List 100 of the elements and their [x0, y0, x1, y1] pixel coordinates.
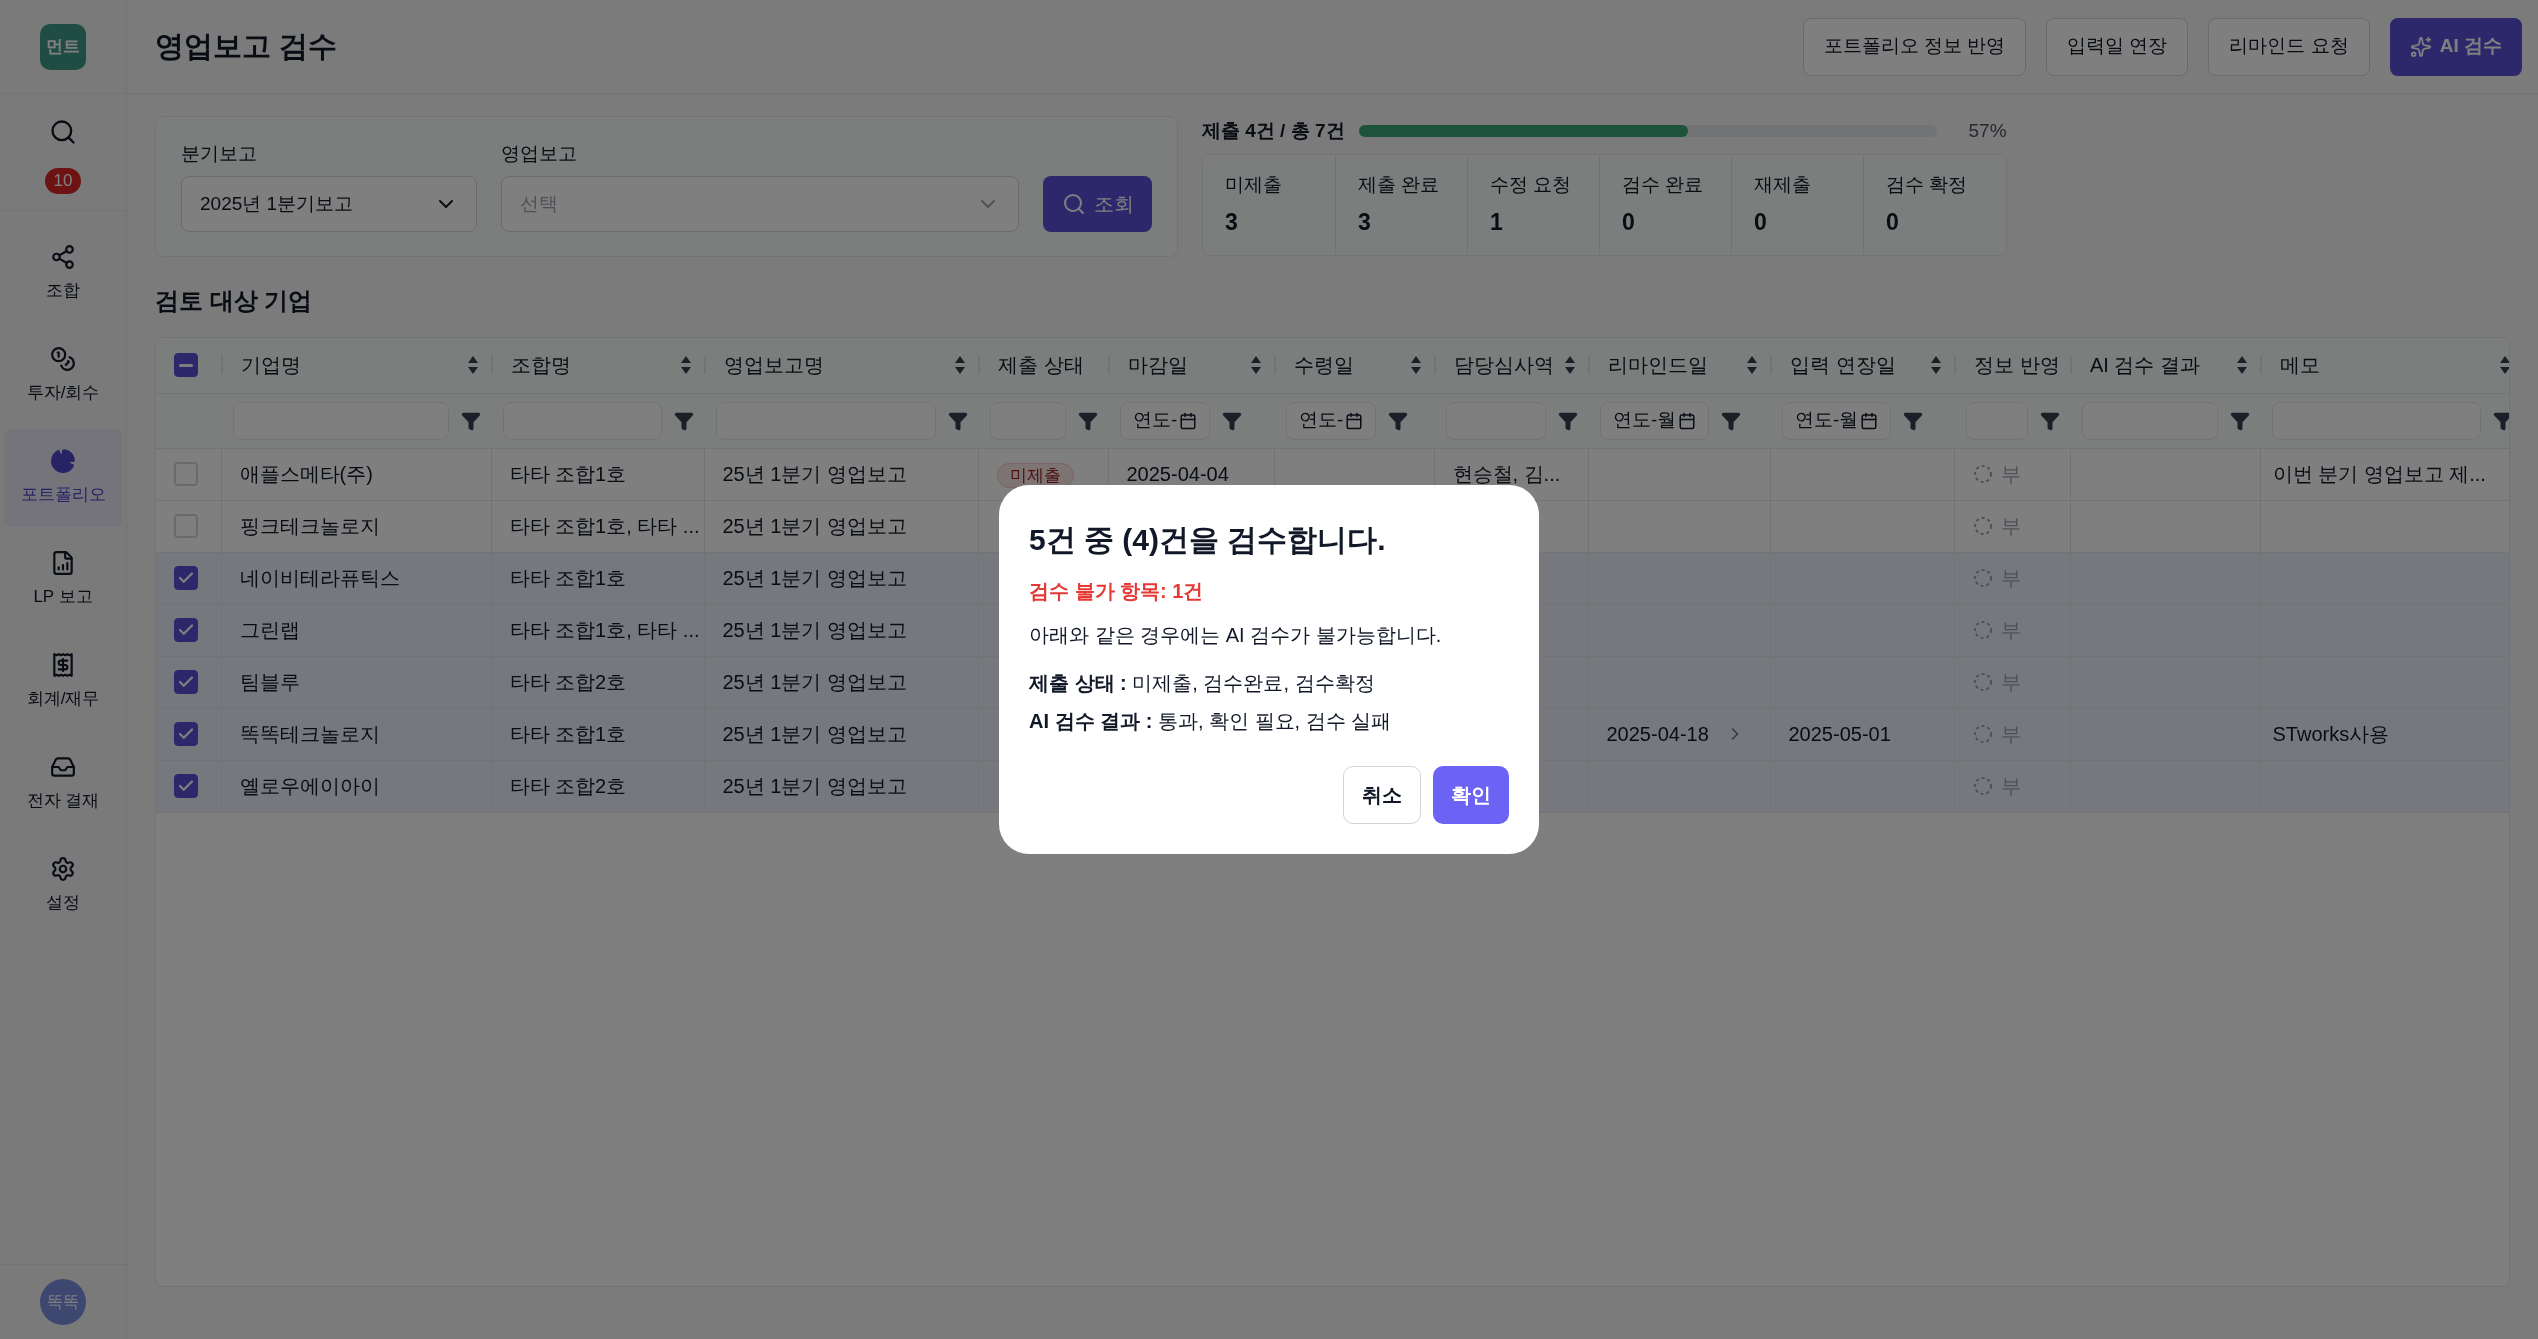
checkbox[interactable]	[174, 353, 198, 378]
column-header[interactable]: 메모	[2280, 350, 2320, 381]
action-button[interactable]: AI 검수	[2389, 17, 2522, 76]
dashed-circle-icon	[1972, 568, 1993, 588]
column-header[interactable]: 제출 상태	[998, 350, 1084, 381]
filter-icon[interactable]	[1078, 410, 1098, 431]
sort-icon[interactable]	[1930, 355, 1942, 376]
progress-percent: 57%	[1968, 118, 2007, 143]
sort-icon[interactable]	[467, 355, 479, 376]
nav-item[interactable]: 포트폴리오	[4, 429, 122, 527]
sort-icon[interactable]	[954, 355, 966, 376]
nav-item[interactable]: 투자/회수	[4, 327, 122, 425]
dialog-button[interactable]: 취소	[1343, 766, 1421, 824]
filter-icon[interactable]	[1721, 410, 1742, 431]
table-cell: 2025-05-01	[1788, 723, 1891, 745]
select-field[interactable]: 2025년 1분기보고	[181, 176, 477, 232]
dialog-button[interactable]: 확인	[1433, 766, 1509, 824]
column-header[interactable]: 조합명	[511, 350, 571, 381]
filter-icon[interactable]	[2230, 410, 2250, 431]
stat-value: 0	[1754, 208, 1768, 237]
column-header[interactable]: 담당심사역	[1454, 350, 1554, 381]
filter-icon[interactable]	[2493, 410, 2509, 431]
sort-icon[interactable]	[2236, 355, 2248, 376]
filter-icon[interactable]	[1388, 410, 1409, 431]
column-header[interactable]: 리마인드일	[1608, 350, 1708, 381]
table-cell: 타타 조합2호	[509, 775, 627, 797]
warning-text: 검수 불가 항목: 1건	[1029, 579, 1205, 604]
table-cell: 네이비테라퓨틱스	[239, 567, 400, 589]
checkbox[interactable]	[174, 618, 198, 642]
table-cell: 현승철, 김...	[1452, 463, 1561, 485]
column-header[interactable]: 수령일	[1294, 350, 1354, 381]
stat-label: 수정 요청	[1490, 172, 1573, 197]
dialog-description: 아래와 같은 경우에는 AI 검수가 불가능합니다.	[1029, 623, 1443, 648]
page-title: 영업보고 검수	[155, 28, 338, 64]
sort-icon[interactable]	[1746, 355, 1758, 376]
filter-icon[interactable]	[2040, 410, 2060, 431]
checkbox[interactable]	[174, 774, 198, 798]
filter-icon[interactable]	[1903, 410, 1924, 431]
column-header[interactable]: AI 검수 결과	[2090, 350, 2200, 381]
filter-icon[interactable]	[948, 410, 968, 431]
column-header[interactable]: 입력 연장일	[1790, 350, 1896, 381]
table-cell: 옐로우에이아이	[239, 775, 380, 797]
column-header[interactable]: 영업보고명	[724, 350, 824, 381]
sort-icon[interactable]	[1250, 355, 1262, 376]
table-cell: 25년 1분기 영업보고	[722, 619, 907, 641]
action-button[interactable]: 입력일 연장	[2046, 17, 2189, 76]
sort-icon[interactable]	[1564, 355, 1576, 376]
logo[interactable]: 먼트	[40, 23, 86, 70]
table-cell: STworks사용	[2272, 723, 2390, 745]
dashed-circle-icon	[1972, 464, 1993, 484]
dashed-circle-icon	[1972, 620, 1993, 640]
field-label: 영업보고	[501, 141, 578, 166]
dashed-circle-icon	[1972, 672, 1993, 692]
table-cell-text: 2025-04-18	[1606, 722, 1709, 747]
sort-icon[interactable]	[2499, 355, 2509, 376]
network-icon	[50, 244, 76, 271]
dashed-circle-icon	[1972, 516, 1993, 536]
date-filter-field[interactable]: 연도-월	[1782, 401, 1892, 440]
notification-badge[interactable]: 10	[44, 168, 82, 194]
sort-icon[interactable]	[680, 355, 692, 376]
filter-icon[interactable]	[461, 410, 481, 431]
search-button[interactable]: 조회	[1043, 176, 1152, 232]
action-button[interactable]: 포트폴리오 정보 반영	[1802, 17, 2027, 76]
nav-item[interactable]: 조합	[4, 225, 122, 323]
table-cell: 25년 1분기 영업보고	[722, 515, 907, 537]
table-cell: 25년 1분기 영업보고	[722, 775, 907, 797]
nav-item[interactable]: LP 보고	[4, 531, 122, 629]
calendar-icon	[1678, 411, 1697, 430]
date-filter-field[interactable]: 연도-월	[1600, 401, 1710, 440]
date-filter-field[interactable]: 연도-	[1286, 401, 1377, 440]
stat-value: 0	[1886, 208, 1900, 237]
table-cell: 타타 조합1호, 타타 ...	[509, 619, 700, 641]
progress-label: 제출 4건 / 총 7건	[1202, 118, 1345, 143]
stat-label: 검수 확정	[1886, 172, 1969, 197]
filter-icon[interactable]	[1558, 410, 1578, 431]
filter-icon[interactable]	[1222, 410, 1243, 431]
checkbox[interactable]	[174, 670, 198, 694]
field-label: 분기보고	[181, 141, 258, 166]
checkbox[interactable]	[174, 566, 198, 590]
coins-icon	[50, 346, 76, 373]
date-filter-field[interactable]: 연도-	[1120, 401, 1211, 440]
nav-item[interactable]: 전자 결재	[4, 735, 122, 833]
stat-label: 제출 완료	[1358, 172, 1441, 197]
nav-item[interactable]: 설정	[4, 837, 122, 935]
nav-item[interactable]: 회계/재무	[4, 633, 122, 731]
action-button[interactable]: 리마인드 요청	[2208, 17, 2370, 76]
stat-label: 재제출	[1754, 172, 1812, 197]
column-header[interactable]: 정보 반영	[1974, 350, 2060, 381]
receipt-icon	[50, 652, 76, 679]
stat-value: 3	[1225, 208, 1239, 237]
filter-icon[interactable]	[674, 410, 694, 431]
calendar-icon	[1345, 411, 1364, 430]
column-header[interactable]: 기업명	[241, 350, 301, 381]
table-cell: 2025-04-04	[1126, 463, 1229, 485]
column-header[interactable]: 마감일	[1128, 350, 1188, 381]
search-icon[interactable]	[49, 118, 77, 146]
table-cell: 25년 1분기 영업보고	[722, 567, 907, 589]
checkbox[interactable]	[174, 722, 198, 746]
sort-icon[interactable]	[1410, 355, 1422, 376]
stat-label: 검수 완료	[1622, 172, 1705, 197]
